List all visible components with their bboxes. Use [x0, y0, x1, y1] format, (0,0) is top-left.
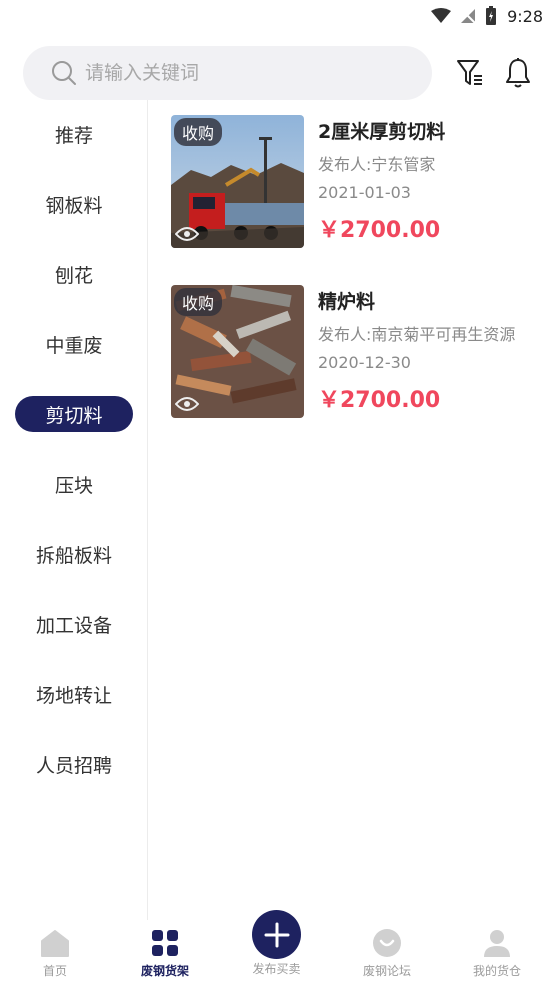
plus-icon	[264, 922, 289, 947]
nav-label: 废钢论坛	[362, 964, 411, 978]
sidebar-item-label: 加工设备	[35, 614, 112, 637]
search-icon	[52, 61, 76, 85]
sidebar-item-label: 中重废	[45, 334, 103, 357]
listing-card[interactable]: 收购 精炉料 发布人:南京菊平可再生资源 2020-12-30 ￥2700.00	[171, 285, 553, 419]
header	[0, 46, 553, 100]
filter-icon	[457, 60, 482, 85]
publish-fab-button[interactable]	[252, 910, 301, 959]
sidebar-item-label: 刨花	[54, 264, 93, 287]
status-time: 9:28	[507, 6, 543, 26]
search-bar[interactable]	[23, 46, 432, 100]
battery-icon	[486, 6, 497, 25]
views-indicator	[175, 396, 199, 412]
sidebar-item-label: 推荐	[54, 124, 93, 147]
sidebar-item-briquette[interactable]: 压块	[0, 466, 148, 502]
listing-tag: 收购	[174, 288, 223, 316]
sidebar-item-label: 压块	[54, 474, 93, 497]
nav-shelf[interactable]: 废钢货架	[110, 920, 220, 983]
sidebar-item-steel-plate[interactable]: 钢板料	[0, 186, 148, 222]
listing-card[interactable]: 收购 2厘米厚剪切料 发布人:宁东管家 2021-01-03 ￥2700.00	[171, 115, 553, 249]
sidebar-item-recommend[interactable]: 推荐	[0, 116, 148, 152]
views-indicator	[175, 226, 199, 242]
sidebar-item-ship-plate[interactable]: 拆船板料	[0, 536, 148, 572]
listing-publisher: 发布人:宁东管家	[318, 155, 436, 174]
home-icon	[40, 928, 70, 958]
sidebar-item-label: 人员招聘	[35, 754, 112, 777]
sidebar-item-label: 拆船板料	[35, 544, 112, 567]
forum-icon	[372, 928, 402, 958]
search-input[interactable]	[85, 62, 385, 84]
listing-date: 2020-12-30	[318, 353, 411, 372]
listing-title: 精炉料	[318, 291, 376, 313]
listing-tag: 收购	[174, 118, 223, 146]
listing-thumbnail: 收购	[171, 285, 304, 418]
sidebar-item-label: 剪切料	[15, 396, 133, 432]
listing-price: ￥2700.00	[318, 388, 441, 413]
sidebar-item-shear-scrap[interactable]: 剪切料	[0, 396, 148, 432]
notification-button[interactable]	[501, 56, 535, 90]
sidebar-item-recruitment[interactable]: 人员招聘	[0, 746, 148, 782]
bell-icon	[506, 58, 530, 88]
sidebar-item-label: 钢板料	[45, 194, 103, 217]
user-icon	[483, 928, 511, 958]
grid-icon	[151, 928, 179, 958]
listing-title: 2厘米厚剪切料	[318, 121, 446, 143]
nav-label: 我的货仓	[472, 964, 521, 978]
wifi-icon	[431, 8, 452, 23]
sidebar-item-heavy-scrap[interactable]: 中重废	[0, 326, 148, 362]
listing-date: 2021-01-03	[318, 183, 411, 202]
nav-home[interactable]: 首页	[0, 920, 110, 983]
no-signal-icon	[460, 8, 476, 24]
status-icons: 9:28	[431, 5, 543, 27]
filter-button[interactable]	[453, 56, 487, 90]
status-bar: 9:28	[0, 0, 553, 32]
sidebar-item-label: 场地转让	[35, 684, 112, 707]
sidebar-item-equipment[interactable]: 加工设备	[0, 606, 148, 642]
listing-list: 收购 2厘米厚剪切料 发布人:宁东管家 2021-01-03 ￥2700.00	[149, 100, 553, 920]
listing-thumbnail: 收购	[171, 115, 304, 248]
sidebar-item-site-transfer[interactable]: 场地转让	[0, 676, 148, 712]
eye-icon	[175, 227, 199, 241]
listing-price: ￥2700.00	[318, 218, 441, 243]
category-sidebar: 推荐 钢板料 刨花 中重废 剪切料 压块 拆船板料 加工设备 场地转让 人员招聘	[0, 100, 148, 920]
listing-publisher: 发布人:南京菊平可再生资源	[318, 325, 516, 344]
nav-label: 首页	[42, 964, 67, 978]
nav-label: 发布买卖	[252, 962, 301, 976]
nav-forum[interactable]: 废钢论坛	[332, 920, 442, 983]
sidebar-item-shavings[interactable]: 刨花	[0, 256, 148, 292]
nav-my-warehouse[interactable]: 我的货仓	[442, 920, 552, 983]
eye-icon	[175, 397, 199, 411]
bottom-nav: 首页 废钢货架 发布买卖 废钢论坛 我的货仓	[0, 910, 553, 983]
nav-label: 废钢货架	[140, 964, 189, 978]
